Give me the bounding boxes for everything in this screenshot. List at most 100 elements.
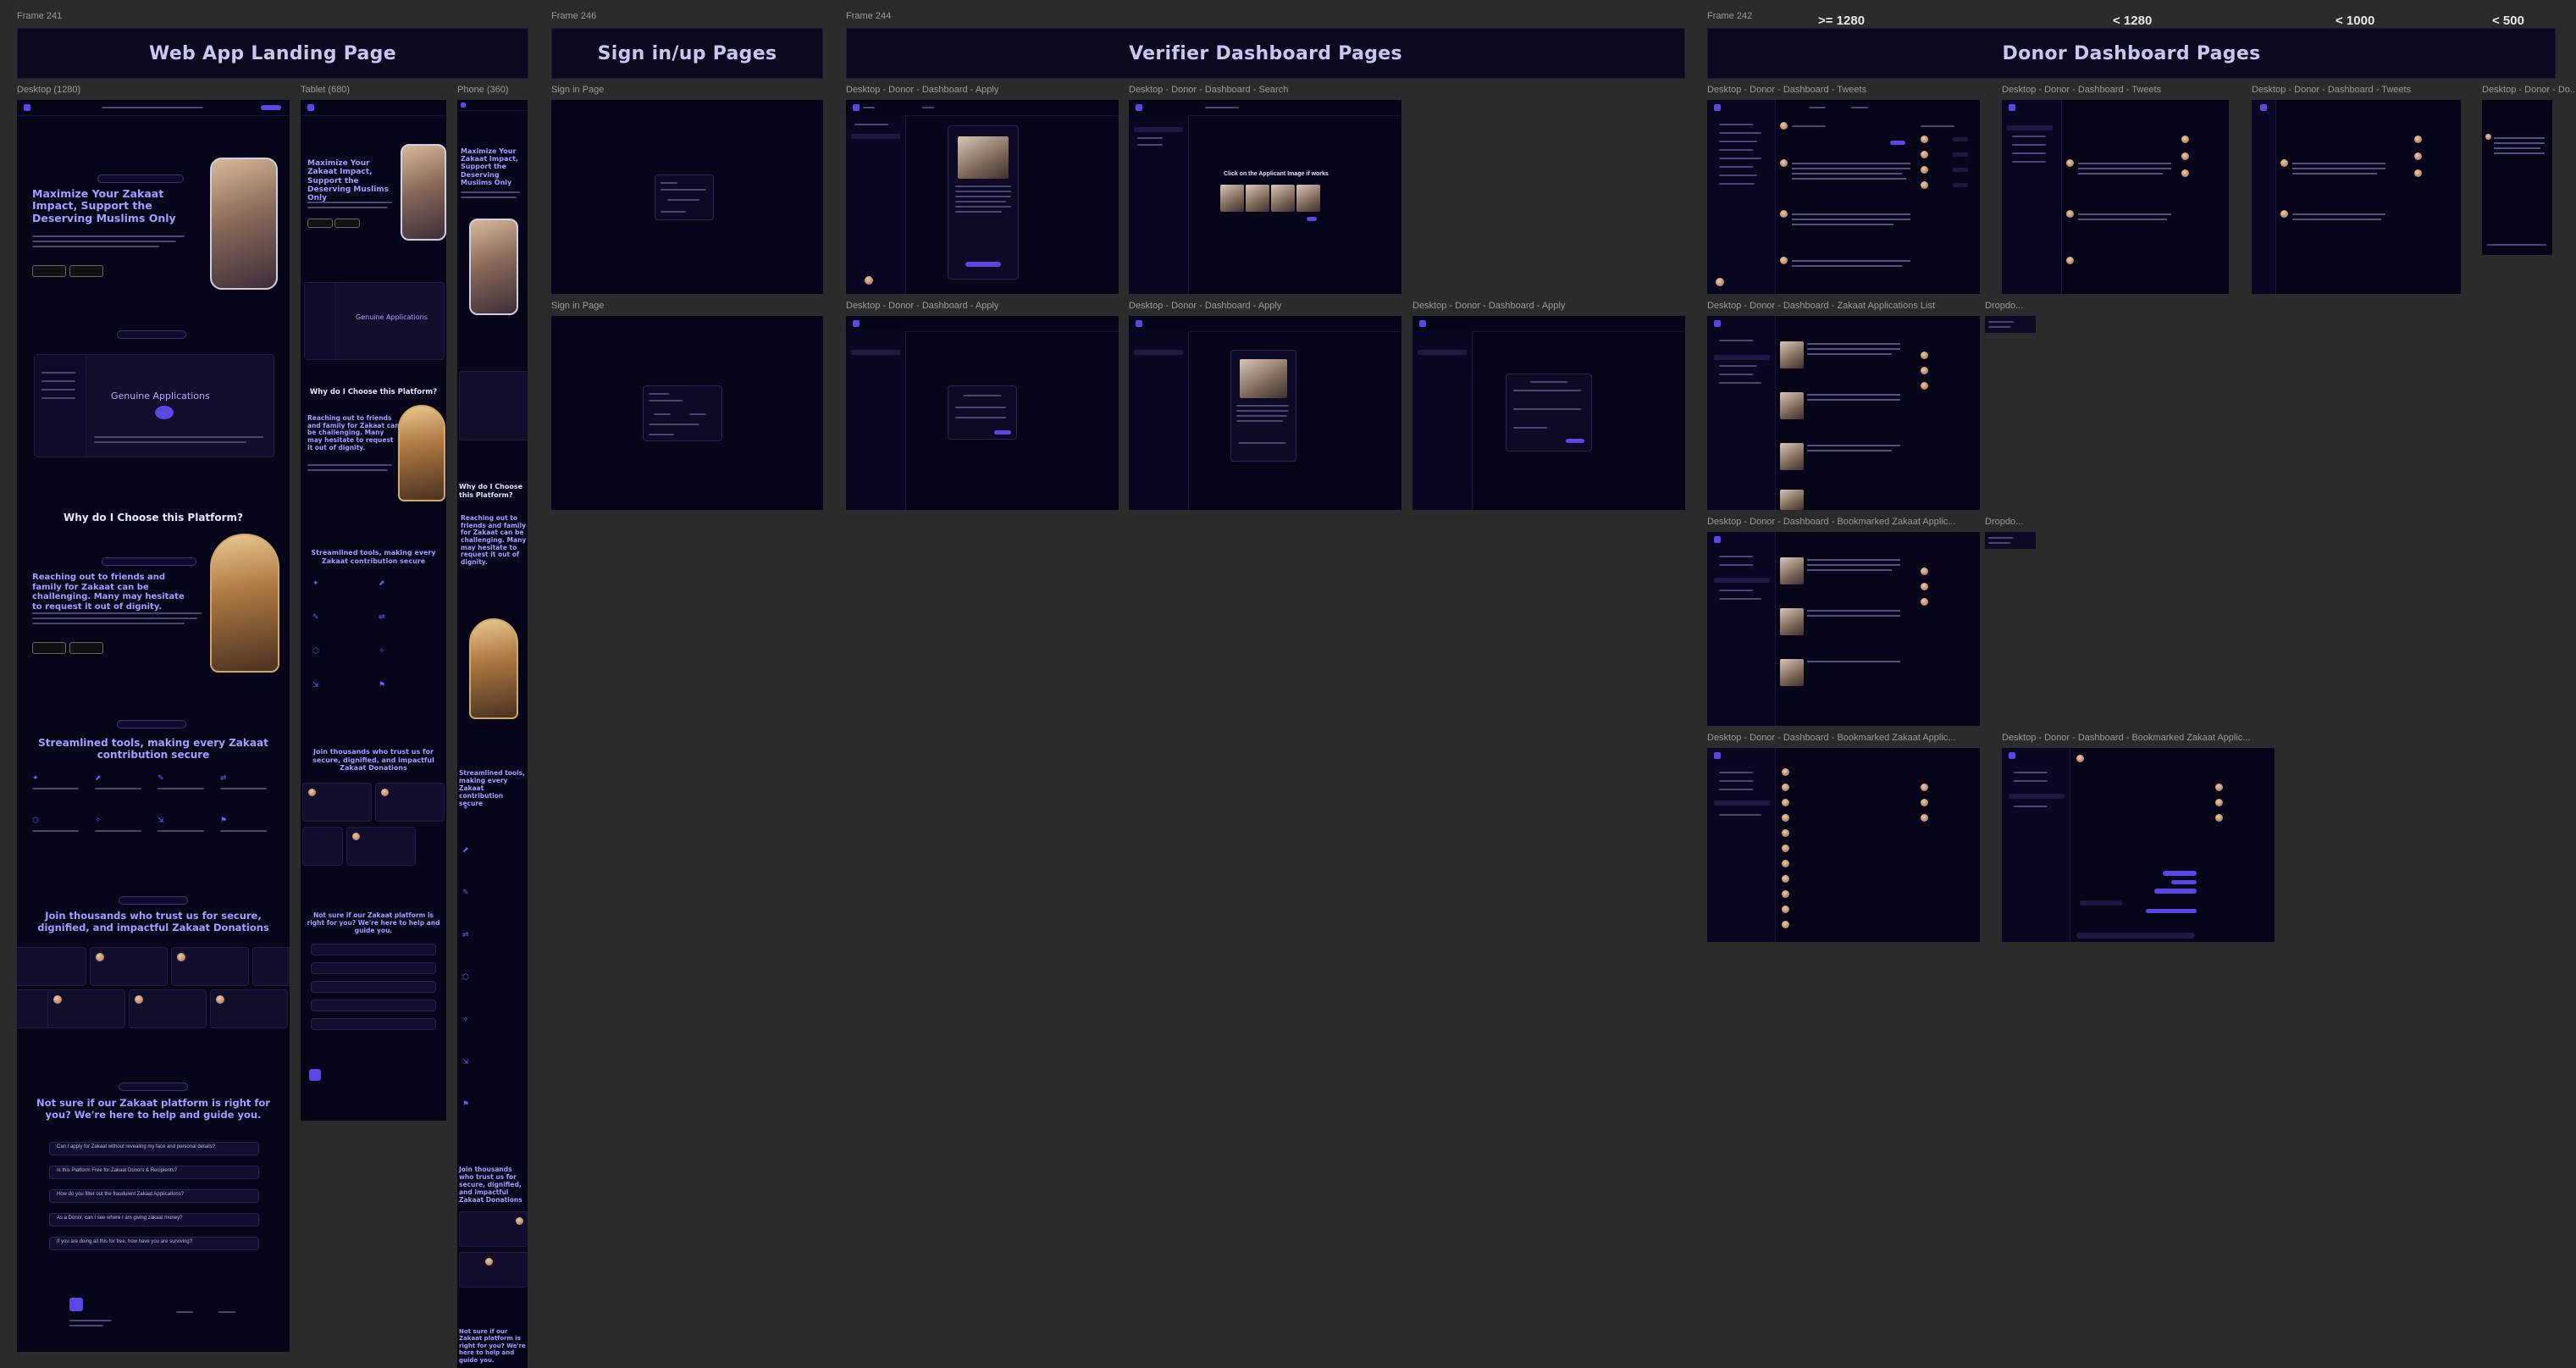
- banner-title: Verifier Dashboard Pages: [1129, 42, 1402, 64]
- dropdown-preview: [1985, 532, 2036, 549]
- screen-label: Dropdo...: [1985, 301, 2024, 311]
- testimonial-card: [17, 947, 86, 986]
- screen-label: Desktop (1280): [17, 85, 81, 95]
- frame-label: Frame 244: [846, 11, 892, 21]
- phone-not-sure: Not sure if our Zakaat platform is right…: [459, 1328, 526, 1364]
- section-banner-landing: Web App Landing Page: [17, 28, 528, 79]
- faq-item[interactable]: Is this Platform Free for Zakaat Donors …: [49, 1166, 259, 1179]
- banner-title: Web App Landing Page: [149, 42, 396, 64]
- banner-title: Donor Dashboard Pages: [2002, 42, 2261, 64]
- signin-screen: [551, 100, 823, 294]
- screen-label: Desktop - Donor - Dashboard - Bookmarked…: [1707, 733, 1956, 743]
- google-play-button[interactable]: [69, 265, 103, 277]
- verifier-apply-screen: [1129, 316, 1401, 510]
- applicant-image[interactable]: [1220, 185, 1244, 212]
- genuine-label: Genuine Applications: [111, 390, 210, 402]
- desktop-landing-screen: Maximize Your Zakaat Impact, Support the…: [17, 100, 290, 1352]
- play-icon[interactable]: [155, 406, 174, 419]
- phone-join: Join thousands who trust us for secure, …: [459, 1166, 522, 1204]
- verifier-apply-screen: [1412, 316, 1685, 510]
- footer-logo: [69, 1298, 83, 1311]
- tablet-not-sure: Not sure if our Zakaat platform is right…: [307, 911, 440, 934]
- phone-reaching: Reaching out to friends and family for Z…: [461, 514, 527, 566]
- testimonial-card: [90, 947, 168, 986]
- applicant-image[interactable]: [1271, 185, 1295, 212]
- signin-modal: [655, 174, 714, 220]
- screen-label: Desktop - Donor - Dashboard - Apply: [1129, 301, 1282, 311]
- screen-label: Desktop - Donor - Do...: [2482, 85, 2576, 95]
- donor-bookmarked-screen: [1707, 748, 1980, 942]
- testimonial-card: [252, 947, 290, 986]
- screen-label: Desktop - Donor - Dashboard - Bookmarked…: [2002, 733, 2251, 743]
- feature-icon: ✦: [32, 773, 39, 782]
- signin-screen: [551, 316, 823, 510]
- join-title: Join thousands who trust us for secure, …: [37, 910, 269, 933]
- faq-item[interactable]: As a Donor, can I see where I am giving …: [49, 1213, 259, 1227]
- screen-label: Desktop - Donor - Dashboard - Apply: [846, 301, 999, 311]
- donor-applications-list-screen: [1707, 316, 1980, 510]
- screen-label: Phone (360): [457, 85, 509, 95]
- screen-label: Desktop - Donor - Dashboard - Zakaat App…: [1707, 301, 1936, 311]
- reaching-text: Reaching out to friends and family for Z…: [32, 573, 185, 612]
- screen-label: Desktop - Donor - Dashboard - Tweets: [2002, 85, 2162, 95]
- feature-icon: ⬈: [95, 773, 102, 782]
- feature-icon: ✧: [95, 816, 102, 824]
- section-banner-signin: Sign in/up Pages: [551, 28, 823, 79]
- testimonial-card: [171, 947, 249, 986]
- applicant-image[interactable]: [1296, 185, 1320, 212]
- screen-label: Desktop - Donor - Dashboard - Apply: [1412, 301, 1566, 311]
- why-title: Why do I Choose this Platform?: [63, 512, 244, 523]
- donor-tweets-screen: [1707, 100, 1980, 294]
- testimonial-card: [47, 989, 125, 1028]
- donor-tweets-screen: [2002, 100, 2229, 294]
- logo-icon: [24, 104, 30, 111]
- screen-label: Sign in Page: [551, 301, 605, 311]
- breakpoint-label: < 1280: [2113, 14, 2153, 28]
- dashboard-preview: Genuine Applications: [34, 354, 274, 457]
- screen-label: Desktop - Donor - Dashboard - Apply: [846, 85, 999, 95]
- tablet-hero-title: Maximize Your Zakaat Impact, Support the…: [307, 159, 390, 203]
- screen-label: Tablet (680): [301, 85, 351, 95]
- faq-item[interactable]: How do you filter out the fraudulent Zak…: [49, 1189, 259, 1203]
- tablet-landing-screen: Maximize Your Zakaat Impact, Support the…: [301, 100, 446, 1121]
- streamlined-title: Streamlined tools, making every Zakaat c…: [38, 737, 268, 762]
- screen-label: Desktop - Donor - Dashboard - Tweets: [1707, 85, 1867, 95]
- frame-label: Frame 241: [17, 11, 63, 21]
- donor-tweets-mobile-screen: [2482, 100, 2552, 255]
- tablet-why-title: Why do I Choose this Platform?: [309, 388, 438, 396]
- donor-tweets-screen: [2252, 100, 2461, 294]
- faq-item[interactable]: If you are doing all this for free, how …: [49, 1237, 259, 1250]
- frame-label: Frame 246: [551, 11, 597, 21]
- screen-label: Dropdo...: [1985, 517, 2024, 527]
- signin-modal: [643, 385, 722, 441]
- banner-title: Sign in/up Pages: [597, 42, 777, 64]
- feature-icon: ✎: [158, 773, 164, 782]
- screen-label: Sign in Page: [551, 85, 605, 95]
- donor-bookmarked-screen: [1707, 532, 1980, 726]
- testimonial-card: [129, 989, 207, 1028]
- tablet-reaching: Reaching out to friends and family for Z…: [307, 414, 400, 451]
- applicant-image[interactable]: [1246, 185, 1269, 212]
- faq-item[interactable]: Can I apply for Zakaat without revealing…: [49, 1142, 259, 1155]
- breakpoint-label: >= 1280: [1818, 14, 1866, 28]
- phone-hero-title: Maximize Your Zakaat Impact, Support the…: [461, 147, 518, 186]
- arch-image: [210, 534, 279, 673]
- verifier-apply-screen: [846, 316, 1119, 510]
- frame-label: Frame 242: [1707, 11, 1753, 21]
- verifier-search-screen: Click on the Applicant Image if works: [1129, 100, 1401, 294]
- screen-label: Desktop - Donor - Dashboard - Bookmarked…: [1707, 517, 1956, 527]
- hero-phone-image: [210, 158, 278, 290]
- app-store-button[interactable]: [32, 265, 66, 277]
- screen-label: Desktop - Donor - Dashboard - Tweets: [2252, 85, 2412, 95]
- search-prompt: Click on the Applicant Image if works: [1224, 171, 1329, 177]
- tablet-streamlined: Streamlined tools, making every Zakaat c…: [311, 549, 436, 565]
- donor-chat-screen: [2002, 748, 2275, 942]
- hero-title: Maximize Your Zakaat Impact, Support the…: [32, 187, 176, 224]
- feature-icon: ⇌: [220, 773, 227, 782]
- section-banner-verifier: Verifier Dashboard Pages: [846, 28, 1685, 79]
- breakpoint-label: < 1000: [2336, 14, 2375, 28]
- section-banner-donor: Donor Dashboard Pages: [1707, 28, 2556, 79]
- application-card: [948, 125, 1019, 280]
- verifier-apply-screen: [846, 100, 1119, 294]
- breakpoint-label: < 500: [2492, 14, 2524, 28]
